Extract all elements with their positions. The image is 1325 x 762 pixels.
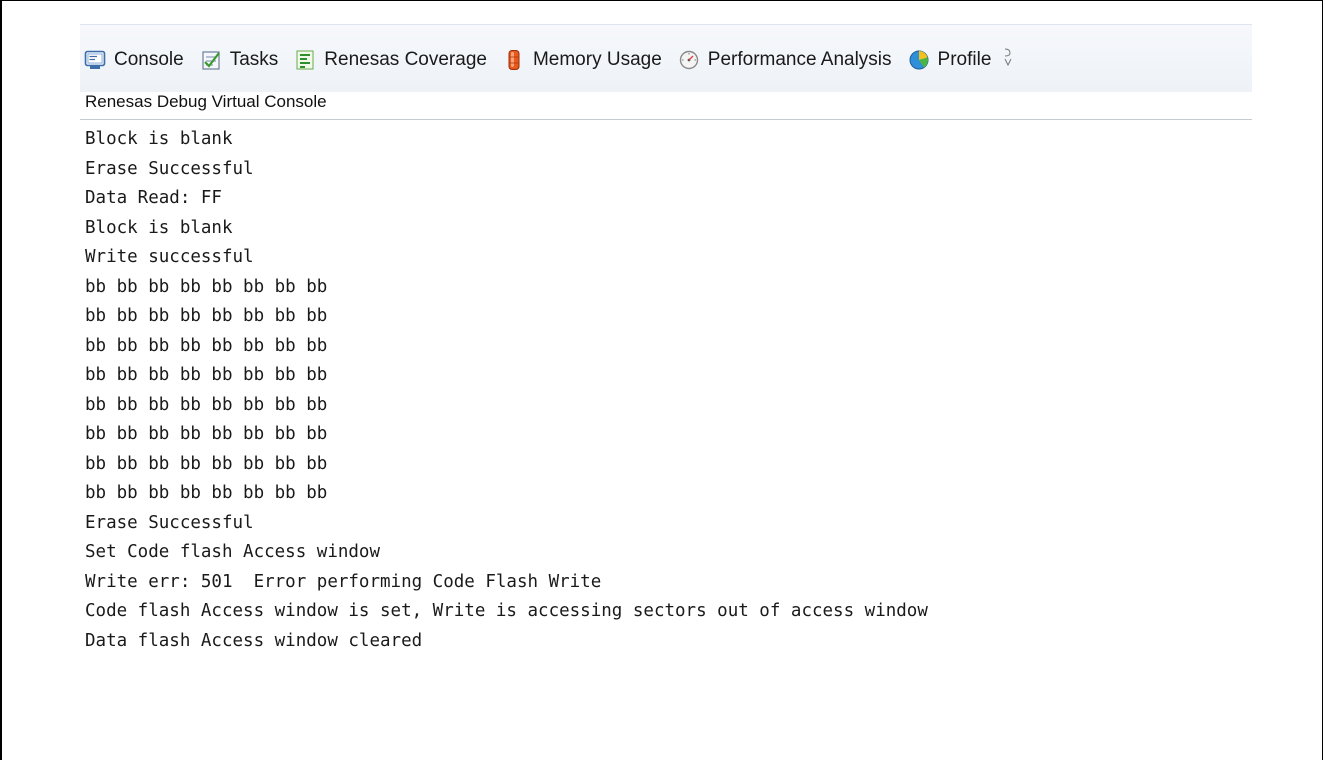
tab-label: Profile (937, 49, 992, 70)
view-tabs: Console Tasks Renesas Coverage Memory Us… (84, 46, 1013, 74)
tab-label: Renesas Coverage (324, 49, 487, 70)
tab-profile[interactable]: Profile (908, 49, 992, 71)
tab-label: Memory Usage (532, 49, 662, 70)
tab-performance-analysis[interactable]: Performance Analysis (678, 49, 892, 71)
profile-icon (908, 49, 930, 71)
console-line: Erase Successful (85, 512, 254, 533)
console-line: bb bb bb bb bb bb bb bb (85, 394, 328, 415)
console-line: bb bb bb bb bb bb bb bb (85, 424, 328, 444)
tasks-icon (200, 49, 222, 71)
console-line: bb bb bb bb bb bb bb bb (85, 276, 328, 297)
tab-label: Console (114, 49, 184, 70)
console-line: Data flash Access window cleared (85, 630, 423, 651)
console-line: bb bb bb bb bb bb bb bb (85, 365, 328, 385)
tab-console[interactable]: Console (84, 49, 184, 71)
tab-overflow-indicator[interactable] (1003, 46, 1013, 74)
console-line: Write err: 501 Error performing Code Fla… (85, 571, 602, 592)
console-line: bb bb bb bb bb bb bb bb (85, 453, 328, 474)
console-line: Code flash Access window is set, Write i… (85, 601, 928, 621)
tab-tasks[interactable]: Tasks (200, 49, 279, 71)
view-tab-bar: Console Tasks Renesas Coverage Memory Us… (80, 24, 1252, 92)
tab-renesas-coverage[interactable]: Renesas Coverage (294, 49, 487, 71)
memory-usage-icon (503, 49, 525, 71)
performance-icon (678, 49, 700, 71)
console-line: Block is blank (85, 129, 233, 149)
console-view: Console Tasks Renesas Coverage Memory Us… (80, 24, 1252, 762)
console-line: Block is blank (85, 217, 233, 238)
console-line: Write successful (85, 247, 254, 267)
tab-memory-usage[interactable]: Memory Usage (503, 49, 662, 71)
console-output[interactable]: Block is blank Erase Successful Data Read:… (85, 125, 1245, 656)
console-line: Set Code flash Access window (85, 542, 381, 562)
tab-label: Tasks (229, 49, 279, 70)
coverage-icon (294, 49, 316, 71)
console-line: Data Read: FF (85, 188, 222, 208)
divider (80, 119, 1252, 120)
console-icon (84, 49, 106, 71)
console-line: bb bb bb bb bb bb bb bb (85, 306, 328, 326)
console-line: bb bb bb bb bb bb bb bb (85, 335, 328, 356)
console-line: Erase Successful (85, 158, 254, 179)
console-line: bb bb bb bb bb bb bb bb (85, 483, 328, 503)
console-title: Renesas Debug Virtual Console (85, 92, 327, 111)
tab-label: Performance Analysis (707, 49, 892, 70)
